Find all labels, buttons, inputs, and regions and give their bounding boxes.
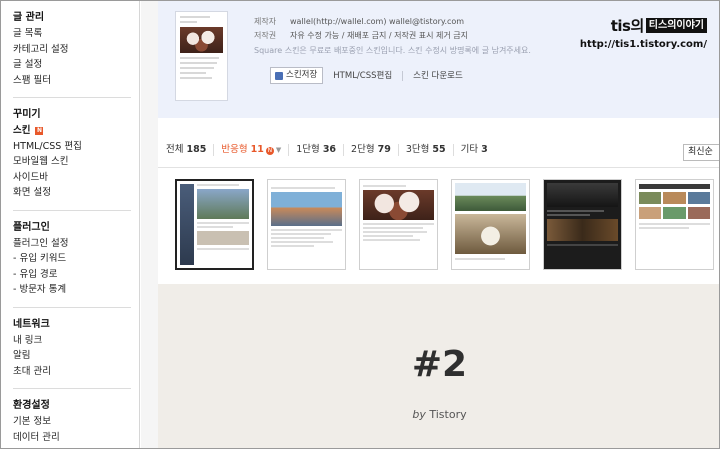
skin-actions: 스킨저장 HTML/CSS편집 스킨 다운로드 (270, 67, 473, 84)
skin-thumbnail[interactable] (543, 179, 622, 270)
thumbnail-image (455, 183, 526, 211)
sidebar-item-html-css[interactable]: HTML/CSS 편집 (13, 139, 139, 155)
filter-2-column[interactable]: 2단형 79 (343, 144, 398, 156)
app-window: 글 관리 글 목록 카테고리 설정 글 설정 스팸 필터 꾸미기 스킨 N HTM… (0, 0, 720, 449)
filter-3-column[interactable]: 3단형 55 (397, 144, 453, 156)
sidebar: 글 관리 글 목록 카테고리 설정 글 설정 스팸 필터 꾸미기 스킨 N HTM… (1, 1, 140, 448)
skin-info-card: 제작자 wallel(http://wallel.com) wallel@tis… (158, 1, 719, 118)
skin-meta: 제작자 wallel(http://wallel.com) wallel@tis… (254, 15, 468, 43)
copyright-value: 자유 수정 가능 / 재배포 금지 / 저작권 표시 제거 금지 (290, 31, 469, 40)
sidebar-item-inbound-paths[interactable]: - 유입 경로 (13, 267, 139, 283)
sidebar-title-decorate: 꾸미기 (13, 109, 41, 120)
copyright-label: 저작권 (254, 31, 277, 40)
sidebar-title-network: 네트워크 (13, 318, 50, 330)
sidebar-item-inbound-keywords[interactable]: - 유입 키워드 (13, 251, 139, 267)
sidebar-item-skin[interactable]: 스킨 N (13, 123, 139, 139)
sidebar-item-notifications[interactable]: 알림 (13, 348, 139, 364)
skin-filter-bar: 전체 185 반응형 11 N ▼ 1단형 36 2단형 79 3단형 55 기타 … (166, 144, 495, 156)
maker-value: wallel(http://wallel.com) wallel@tistory… (290, 17, 465, 26)
sidebar-item-my-links[interactable]: 내 링크 (13, 333, 139, 349)
sidebar-item-screen-settings[interactable]: 화면 설정 (13, 185, 139, 201)
sidebar-item-sidebar[interactable]: 사이드바 (13, 170, 139, 186)
sidebar-divider (13, 388, 131, 389)
sidebar-item-post-settings[interactable]: 글 설정 (13, 57, 139, 73)
new-badge: N (35, 127, 44, 135)
brand-box: 티스의이야기 (645, 18, 707, 33)
sidebar-section-posts: 글 관리 글 목록 카테고리 설정 글 설정 스팸 필터 (13, 10, 139, 88)
sidebar-title-plugins: 플러그인 (13, 221, 50, 233)
preview-by-prefix: by (412, 408, 426, 421)
save-skin-label: 스킨저장 (286, 70, 318, 80)
html-css-edit-link[interactable]: HTML/CSS편집 (323, 71, 402, 81)
sidebar-item-skin-label: 스킨 (13, 125, 31, 136)
skin-preview: #2 by Tistory (158, 284, 719, 448)
sidebar-item-post-list[interactable]: 글 목록 (13, 26, 139, 42)
preview-number: #2 (411, 344, 468, 385)
sidebar-divider (13, 209, 131, 211)
thumbnail-image (455, 214, 526, 254)
sidebar-section-plugins: 플러그인 플러그인 설정 - 유입 키워드 - 유입 경로 - 방문자 통계 (13, 220, 139, 298)
brand-url: http://tis1.tistory.com/ (579, 39, 707, 50)
sidebar-title-posts: 글 관리 (13, 12, 45, 23)
sidebar-section-network: 네트워크 내 링크 알림 초대 관리 (13, 317, 139, 380)
sidebar-title-preferences: 환경설정 (13, 400, 50, 411)
filter-1-column[interactable]: 1단형 36 (288, 144, 343, 156)
skin-download-link[interactable]: 스킨 다운로드 (402, 70, 473, 81)
sidebar-section-preferences: 환경설정 기본 정보 데이터 관리 (13, 398, 139, 445)
preview-byline: by Tistory (158, 408, 719, 421)
thumbnail-image (197, 189, 249, 219)
filter-other[interactable]: 기타 3 (452, 144, 495, 156)
skin-thumbnail-list (175, 179, 714, 270)
cupcake-image (363, 190, 434, 220)
sidebar-item-data-management[interactable]: 데이터 관리 (13, 430, 139, 446)
skin-thumbnail[interactable] (175, 179, 254, 270)
preview-by-name: Tistory (429, 408, 467, 421)
filter-responsive[interactable]: 반응형 11 N ▼ (213, 144, 288, 156)
current-skin-thumbnail (175, 11, 228, 101)
sidebar-item-plugin-settings[interactable]: 플러그인 설정 (13, 236, 139, 252)
sidebar-item-invite-management[interactable]: 초대 관리 (13, 364, 139, 380)
skin-thumbnail[interactable] (359, 179, 438, 270)
skin-description: Square 스킨은 무료로 배포중인 스킨입니다. 스킨 수정시 방명록에 글… (254, 46, 531, 55)
sort-select[interactable]: 최신순 (683, 144, 719, 161)
gutter (141, 1, 158, 448)
sidebar-item-basic-info[interactable]: 기본 정보 (13, 414, 139, 430)
brand-prefix: tis의 (610, 17, 645, 35)
sidebar-item-mobile-skin[interactable]: 모바일웹 스킨 (13, 154, 139, 170)
chevron-down-icon: ▼ (275, 146, 282, 154)
sidebar-item-spam-filter[interactable]: 스팸 필터 (13, 73, 139, 89)
skin-thumbnail[interactable] (635, 179, 714, 270)
cupcake-image (180, 27, 223, 53)
sidebar-item-category-settings[interactable]: 카테고리 설정 (13, 42, 139, 58)
main-content: 제작자 wallel(http://wallel.com) wallel@tis… (141, 1, 719, 448)
divider (158, 167, 719, 168)
floppy-icon (275, 71, 283, 80)
skin-thumbnail[interactable] (267, 179, 346, 270)
maker-label: 제작자 (254, 17, 277, 26)
skin-thumbnail[interactable] (451, 179, 530, 270)
sidebar-item-visitor-stats[interactable]: - 방문자 통계 (13, 282, 139, 298)
sidebar-section-decorate: 꾸미기 스킨 N HTML/CSS 편집 모바일웹 스킨 사이드바 화면 설정 (13, 107, 139, 201)
sidebar-divider (13, 306, 131, 308)
sidebar-divider (13, 97, 131, 98)
new-badge: N (265, 147, 274, 155)
thumbnail-image (547, 183, 618, 207)
thumbnail-image (271, 192, 342, 226)
filter-all[interactable]: 전체 185 (166, 144, 213, 156)
blog-brand: tis의 티스의이야기 http://tis1.tistory.com/ (580, 15, 707, 50)
save-skin-button[interactable]: 스킨저장 (270, 67, 324, 84)
